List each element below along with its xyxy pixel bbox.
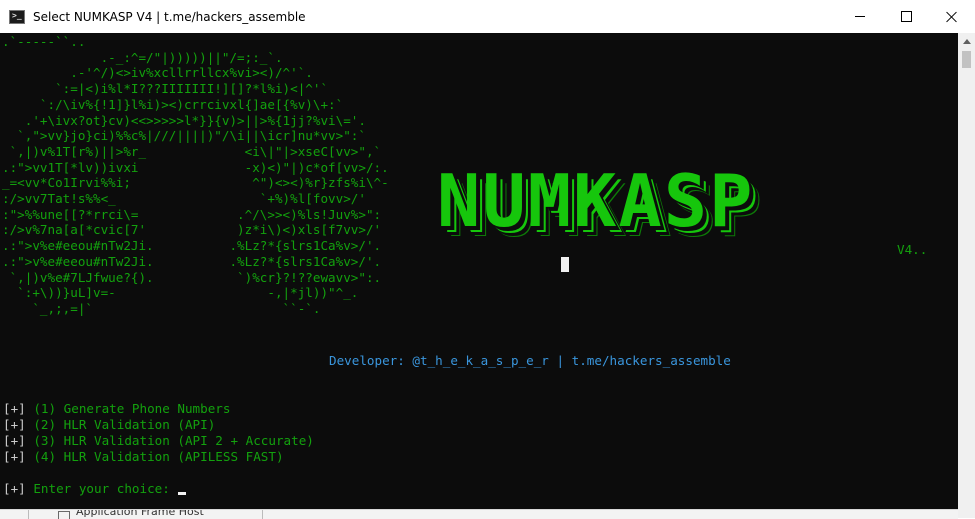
- menu-option-text: (2) HLR Validation (API): [25, 417, 216, 432]
- minimize-button[interactable]: [837, 0, 883, 33]
- menu-option-text: (3) HLR Validation (API 2 + Accurate): [25, 433, 314, 448]
- maximize-icon: [900, 11, 912, 22]
- vertical-scrollbar[interactable]: [958, 33, 975, 518]
- prompt-marker: [+]: [3, 481, 26, 496]
- numkasp-logo: NUMKASP: [437, 159, 755, 243]
- menu-option-2: [+] (2) HLR Validation (API): [3, 417, 314, 433]
- choice-prompt[interactable]: [+] Enter your choice:: [3, 481, 186, 497]
- maximize-button[interactable]: [883, 0, 929, 33]
- developer-credit: Developer: @t_h_e_k_a_s_p_e_r | t.me/hac…: [329, 353, 731, 368]
- scroll-up-arrow-icon: [962, 39, 971, 44]
- menu-option-text: (4) HLR Validation (APILESS FAST): [25, 449, 284, 464]
- menu-option-1: [+] (1) Generate Phone Numbers: [3, 401, 314, 417]
- window-title: Select NUMKASP V4 | t.me/hackers_assembl…: [33, 9, 306, 24]
- close-icon: [946, 11, 958, 23]
- close-button[interactable]: [929, 0, 975, 33]
- menu-marker: [+]: [3, 401, 26, 416]
- scroll-up-button[interactable]: [958, 33, 975, 50]
- console-window: >_ Select NUMKASP V4 | t.me/hackers_asse…: [0, 0, 975, 519]
- menu-marker: [+]: [3, 449, 26, 464]
- menu-options: [+] (1) Generate Phone Numbers [+] (2) H…: [3, 401, 314, 465]
- prompt-text: Enter your choice:: [25, 481, 170, 496]
- input-cursor[interactable]: [177, 492, 186, 495]
- console-output[interactable]: .`-----``.. .-_:^=/"|)))))||"/=;:_`. .-'…: [0, 33, 958, 518]
- menu-option-text: (1) Generate Phone Numbers: [25, 401, 231, 416]
- ascii-art-banner: .`-----``.. .-_:^=/"|)))))||"/=;:_`. .-'…: [2, 34, 389, 316]
- menu-marker: [+]: [3, 417, 26, 432]
- version-label: V4..: [897, 242, 928, 257]
- title-bar[interactable]: >_ Select NUMKASP V4 | t.me/hackers_asse…: [0, 0, 975, 33]
- menu-marker: [+]: [3, 433, 26, 448]
- block-cursor: [561, 257, 569, 272]
- scroll-thumb[interactable]: [962, 51, 971, 68]
- menu-option-3: [+] (3) HLR Validation (API 2 + Accurate…: [3, 433, 314, 449]
- menu-option-4: [+] (4) HLR Validation (APILESS FAST): [3, 449, 314, 465]
- minimize-icon: [855, 16, 865, 17]
- console-icon[interactable]: >_: [9, 9, 25, 25]
